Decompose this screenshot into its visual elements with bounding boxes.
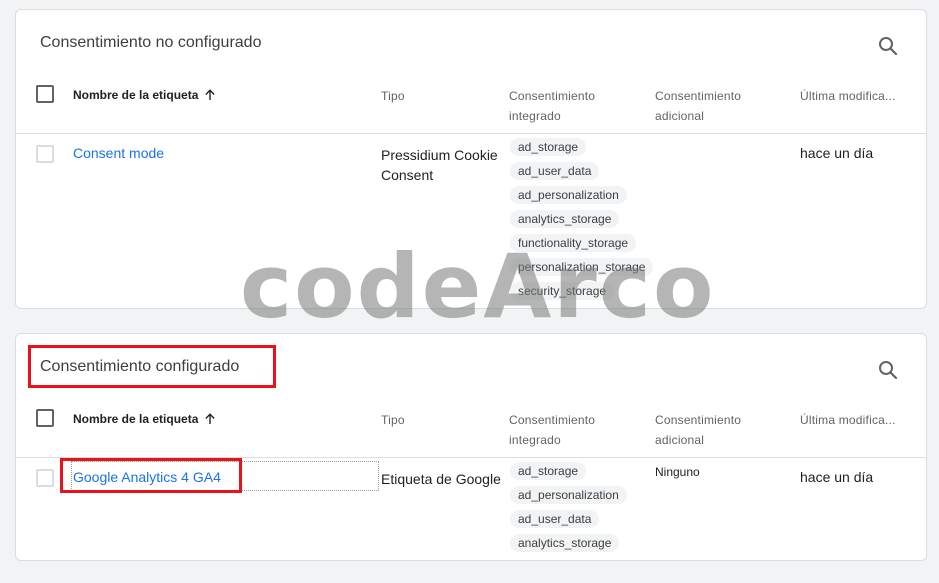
table-header: Nombre de la etiqueta Tipo Consentimient… — [16, 406, 926, 458]
consent-not-configured-card: Consentimiento no configurado Nombre de … — [15, 9, 927, 309]
consent-chip: ad_personalization — [510, 486, 627, 504]
search-icon — [879, 361, 898, 380]
consent-chip: ad_user_data — [510, 510, 600, 528]
highlight-box-tag-name — [60, 458, 242, 493]
consent-chip: analytics_storage — [510, 534, 620, 552]
consent-chip: ad_personalization — [510, 186, 627, 204]
column-header-type[interactable]: Tipo — [381, 410, 405, 430]
column-header-additional[interactable]: Consentimiento adicional — [655, 86, 775, 126]
arrow-up-icon — [205, 89, 216, 100]
column-header-additional[interactable]: Consentimiento adicional — [655, 410, 775, 450]
integrated-consent-chips: ad_storage ad_user_data ad_personalizati… — [510, 138, 655, 306]
tag-type: Pressidium Cookie Consent — [381, 147, 498, 183]
search-button[interactable] — [876, 34, 900, 58]
column-header-last-modified[interactable]: Última modifica... — [800, 86, 910, 106]
select-all-checkbox[interactable] — [36, 409, 54, 427]
table-header: Nombre de la etiqueta Tipo Consentimient… — [16, 82, 926, 134]
consent-chip: ad_storage — [510, 462, 587, 480]
select-all-checkbox[interactable] — [36, 85, 54, 103]
tag-name-link[interactable]: Consent mode — [73, 145, 164, 161]
search-icon — [879, 37, 898, 56]
integrated-consent-chips: ad_storage ad_personalization ad_user_da… — [510, 462, 655, 558]
column-header-integrated[interactable]: Consentimiento integrado — [509, 410, 629, 450]
last-modified: hace un día — [800, 469, 874, 485]
consent-chip: functionality_storage — [510, 234, 637, 252]
column-header-last-modified[interactable]: Última modifica... — [800, 410, 910, 430]
tag-type: Etiqueta de Google — [381, 471, 501, 487]
consent-chip: security_storage — [510, 282, 615, 300]
additional-consent: Ninguno — [655, 465, 700, 479]
row-checkbox[interactable] — [36, 469, 54, 487]
row-checkbox[interactable] — [36, 145, 54, 163]
highlight-box-section-title — [28, 345, 276, 388]
last-modified: hace un día — [800, 145, 874, 161]
column-header-name[interactable]: Nombre de la etiqueta — [73, 412, 216, 426]
column-header-type[interactable]: Tipo — [381, 86, 405, 106]
column-header-name[interactable]: Nombre de la etiqueta — [73, 88, 216, 102]
column-header-name-label: Nombre de la etiqueta — [73, 412, 199, 426]
consent-chip: ad_user_data — [510, 162, 600, 180]
column-header-name-label: Nombre de la etiqueta — [73, 88, 199, 102]
consent-chip: analytics_storage — [510, 210, 620, 228]
arrow-up-icon — [205, 413, 216, 424]
consent-chip: personalization_storage — [510, 258, 654, 276]
column-header-integrated[interactable]: Consentimiento integrado — [509, 86, 629, 126]
consent-chip: ad_storage — [510, 138, 587, 156]
search-button[interactable] — [876, 358, 900, 382]
section-title: Consentimiento no configurado — [40, 34, 262, 51]
